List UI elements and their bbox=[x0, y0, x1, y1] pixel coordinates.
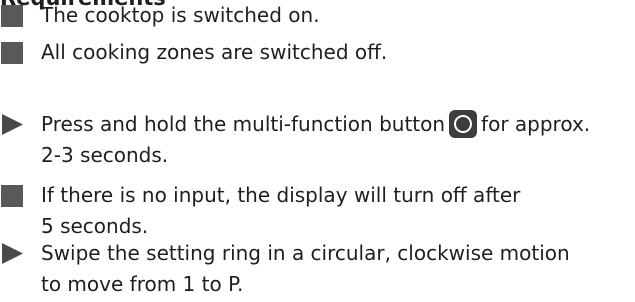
requirement-item: All cooking zones are switched off. bbox=[0, 37, 635, 69]
requirement-square-icon bbox=[1, 42, 23, 64]
multi-function-button-icon bbox=[449, 110, 478, 138]
step-item: Swipe the setting ring in a circular, cl… bbox=[0, 238, 635, 302]
step-text-continued: 2-3 seconds. bbox=[41, 143, 169, 167]
requirement-item: The cooktop is switched on. bbox=[0, 0, 635, 32]
note-text: If there is no input, the display will t… bbox=[41, 180, 520, 242]
step-arrow-icon bbox=[1, 113, 24, 136]
instruction-page: Requirements The cooktop is switched on.… bbox=[0, 0, 635, 296]
requirement-square-icon bbox=[1, 5, 23, 27]
requirement-text: The cooktop is switched on. bbox=[41, 3, 320, 27]
step-text-after-icon: for approx. bbox=[481, 112, 591, 136]
step-text-before-icon: Press and hold the multi-function button bbox=[41, 112, 446, 136]
step-line-1: Swipe the setting ring in a circular, cl… bbox=[41, 241, 570, 265]
step-item: Press and hold the multi-function button… bbox=[0, 109, 635, 173]
requirement-text: All cooking zones are switched off. bbox=[41, 40, 388, 64]
step-line-2: to move from 1 to P. bbox=[41, 272, 244, 296]
note-item: If there is no input, the display will t… bbox=[0, 180, 635, 244]
note-square-icon bbox=[1, 185, 23, 207]
note-line-2: 5 seconds. bbox=[41, 214, 149, 238]
step-text: Press and hold the multi-function button… bbox=[41, 109, 590, 171]
note-line-1: If there is no input, the display will t… bbox=[41, 183, 521, 207]
step-arrow-icon bbox=[1, 242, 24, 265]
